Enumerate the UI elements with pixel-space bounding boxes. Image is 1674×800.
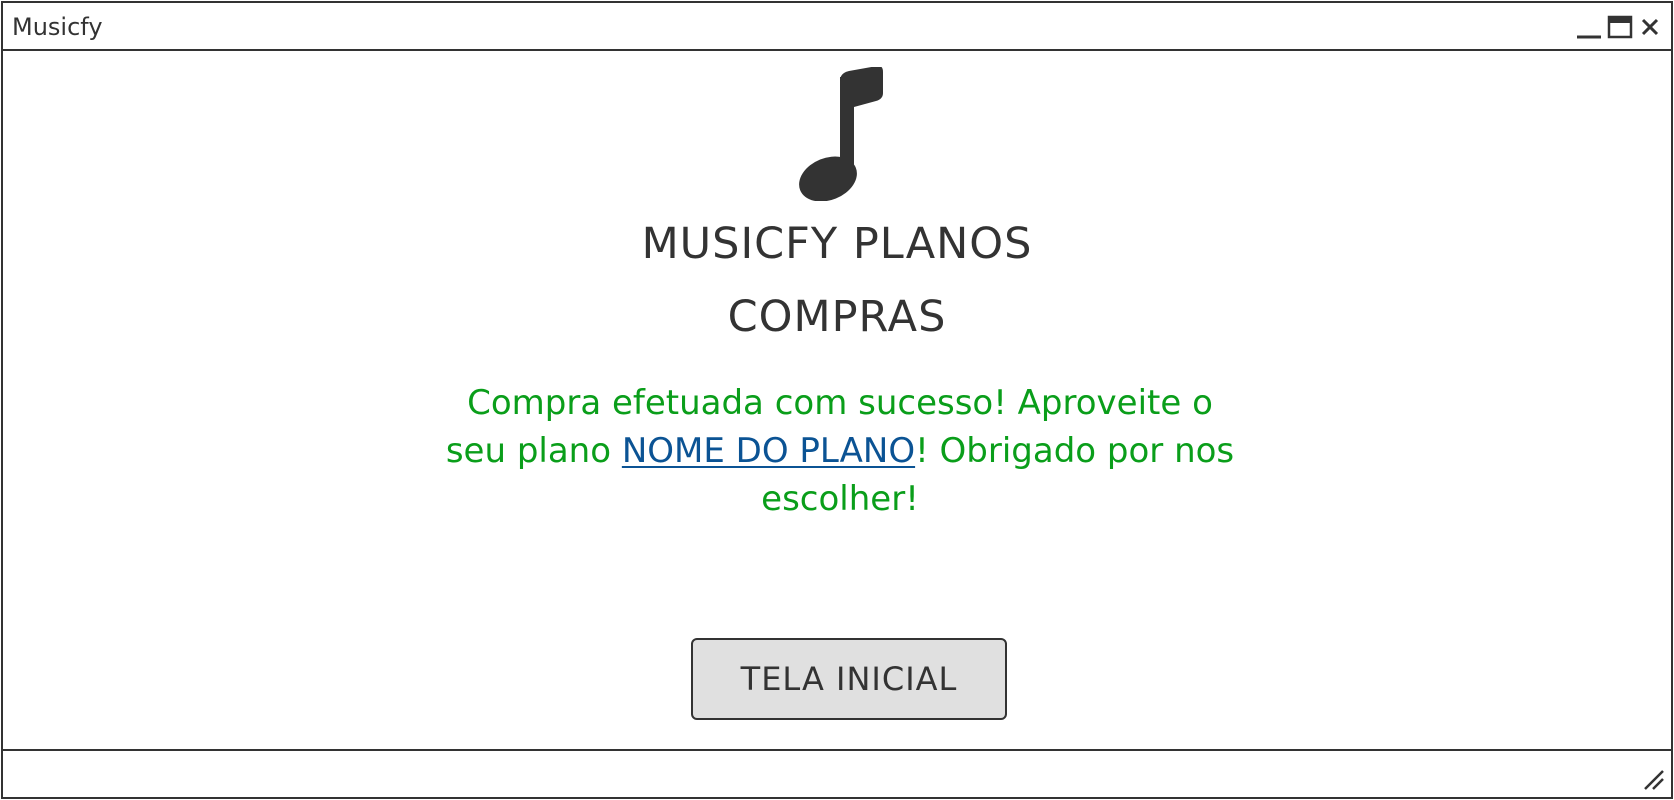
- window-title: Musicfy: [12, 13, 103, 41]
- window-controls: [1575, 15, 1661, 41]
- title-bar[interactable]: Musicfy: [3, 3, 1671, 51]
- resize-grip-icon[interactable]: [1643, 769, 1665, 791]
- home-screen-button[interactable]: TELA INICIAL: [691, 638, 1007, 720]
- app-window: Musicfy MUSICFY PLANOS COMPRAS Compra ef…: [1, 1, 1673, 799]
- plan-name-link[interactable]: NOME DO PLANO: [622, 431, 915, 471]
- main-content: MUSICFY PLANOS COMPRAS Compra efetuada c…: [3, 51, 1671, 753]
- success-message: Compra efetuada com sucesso! Aproveite o…: [435, 379, 1245, 523]
- status-bar: [3, 749, 1671, 797]
- page-subtitle: COMPRAS: [727, 292, 947, 342]
- page-title: MUSICFY PLANOS: [641, 219, 1033, 269]
- maximize-icon[interactable]: [1607, 15, 1633, 41]
- music-note-icon: [797, 65, 887, 202]
- minimize-icon[interactable]: [1575, 15, 1603, 41]
- close-icon[interactable]: [1639, 15, 1661, 41]
